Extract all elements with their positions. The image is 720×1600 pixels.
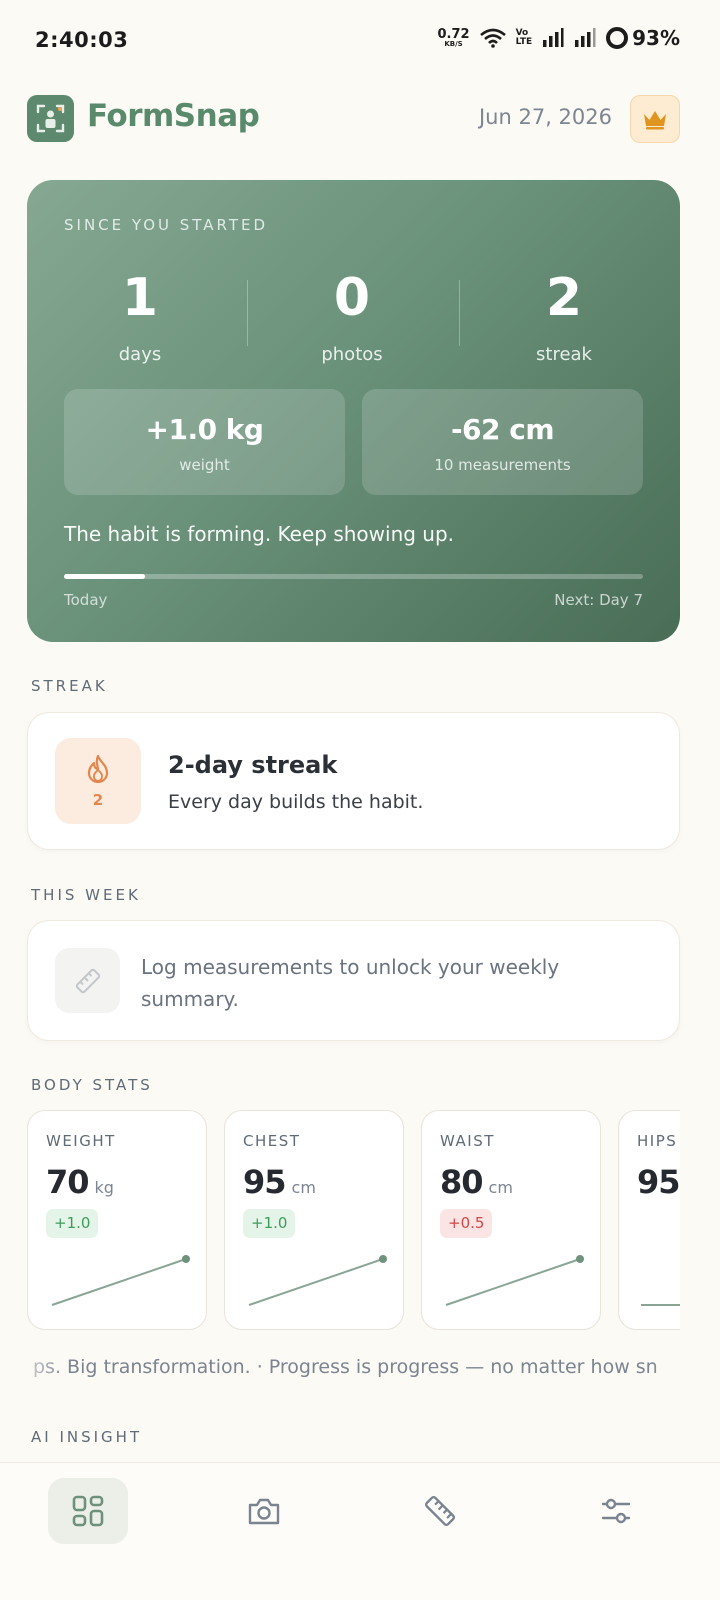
weekly-summary-message: Log measurements to unlock your weekly s… — [141, 955, 560, 1011]
stat-card-hips[interactable]: HIPS 95 — [618, 1110, 680, 1330]
volte-indicator: Vo LTE — [516, 29, 533, 47]
milestone-progress-fill — [64, 574, 146, 579]
motivation-message: The habit is forming. Keep showing up. — [64, 522, 455, 546]
stat-days: 1 days — [60, 272, 220, 365]
stat-card-delta: +0.5 — [440, 1209, 493, 1238]
sparkline-up — [248, 1255, 387, 1306]
streak-badge-count: 2 — [92, 791, 104, 809]
ruler-icon — [55, 948, 120, 1013]
premium-button[interactable] — [630, 95, 680, 143]
signal-icon-2 — [575, 28, 596, 47]
body-stats-section-title: BODY STATS — [31, 1076, 153, 1094]
battery-level: 93% — [632, 26, 680, 50]
nav-camera[interactable] — [224, 1478, 304, 1544]
stat-divider — [459, 280, 460, 346]
weight-change-label: weight — [179, 456, 230, 474]
stat-card-name: HIPS — [637, 1132, 678, 1150]
app-header: FormSnap Jun 27, 2026 — [27, 95, 680, 143]
stat-card-name: WEIGHT — [46, 1132, 116, 1150]
network-speed: 0.72 KB/S — [438, 28, 470, 48]
network-speed-unit: KB/S — [444, 40, 463, 48]
ruler-icon — [424, 1495, 456, 1527]
stat-card-number: 95 — [243, 1163, 287, 1201]
nav-settings[interactable] — [576, 1478, 656, 1544]
streak-headline: 2-day streak — [168, 751, 338, 779]
ai-insight-section-title: AI INSIGHT — [31, 1428, 143, 1446]
weekly-summary-card[interactable]: Log measurements to unlock your weekly s… — [27, 920, 680, 1041]
progress-start-label: Today — [64, 591, 108, 609]
stat-streak-label: streak — [536, 344, 592, 365]
stat-divider — [247, 280, 248, 346]
week-section-title: THIS WEEK — [31, 886, 141, 904]
body-stats-carousel[interactable]: WEIGHT 70 kg +1.0 CHEST 95 cm +1.0 WAIST… — [27, 1110, 680, 1332]
stat-photos-label: photos — [321, 344, 383, 365]
ticker-fade-right — [650, 1356, 720, 1386]
stat-card-value: 80 cm — [440, 1163, 513, 1201]
status-icons: 0.72 KB/S Vo LTE 93% — [438, 26, 681, 50]
stat-streak-value: 2 — [545, 268, 583, 328]
sparkline-up — [51, 1255, 190, 1306]
milestone-progress-bar — [64, 574, 643, 579]
bottom-navigation — [0, 1462, 720, 1600]
streak-card[interactable]: 2 2-day streak Every day builds the habi… — [27, 712, 680, 850]
battery-ring-icon — [606, 27, 629, 49]
stat-card-delta: +1.0 — [243, 1209, 296, 1238]
stat-card-weight[interactable]: WEIGHT 70 kg +1.0 — [27, 1110, 207, 1330]
wifi-icon — [479, 28, 506, 48]
motivation-ticker: ps. Big transformation. · Progress is pr… — [0, 1356, 720, 1386]
stat-card-number: 95 — [637, 1163, 680, 1201]
weight-change-tile: +1.0 kg weight — [64, 389, 345, 495]
measurement-change-label: 10 measurements — [434, 456, 571, 474]
ticker-fade-left — [0, 1356, 70, 1386]
ticker-text: ps. Big transformation. · Progress is pr… — [33, 1356, 658, 1378]
stat-card-delta: +1.0 — [46, 1209, 99, 1238]
summary-eyebrow: SINCE YOU STARTED — [64, 216, 269, 234]
dashboard-icon — [72, 1495, 104, 1527]
stat-card-unit: kg — [94, 1178, 114, 1197]
stat-card-name: WAIST — [440, 1132, 495, 1150]
signal-icon — [543, 28, 564, 47]
progress-next-label: Next: Day 7 — [554, 591, 643, 609]
stat-card-value: 70 kg — [46, 1163, 114, 1201]
stat-photos-value: 0 — [333, 268, 371, 328]
stat-streak: 2 streak — [484, 272, 644, 365]
stat-photos: 0 photos — [272, 272, 432, 365]
measurement-change-value: -62 cm — [450, 413, 555, 446]
stat-days-value: 1 — [121, 268, 159, 328]
stat-card-number: 80 — [440, 1163, 484, 1201]
stat-card-waist[interactable]: WAIST 80 cm +0.5 — [421, 1110, 601, 1330]
volte-bottom: LTE — [515, 37, 533, 47]
measurement-change-tile: -62 cm 10 measurements — [362, 389, 643, 495]
streak-section-title: STREAK — [31, 677, 108, 695]
nav-dashboard[interactable] — [48, 1478, 128, 1544]
status-time: 2:40:03 — [35, 28, 129, 52]
stat-card-chest[interactable]: CHEST 95 cm +1.0 — [224, 1110, 404, 1330]
stat-card-value: 95 cm — [243, 1163, 316, 1201]
status-bar: 2:40:03 0.72 KB/S Vo LTE 93% — [0, 0, 720, 84]
crown-icon — [644, 111, 666, 130]
settings-sliders-icon — [601, 1498, 631, 1524]
app-name: FormSnap — [87, 98, 260, 134]
camera-icon — [248, 1498, 280, 1525]
streak-badge: 2 — [55, 738, 141, 824]
app-logo-icon — [27, 95, 74, 142]
stat-card-unit: cm — [291, 1178, 316, 1197]
stat-days-label: days — [118, 344, 162, 365]
stat-card-number: 70 — [46, 1163, 90, 1201]
sparkline-up — [445, 1255, 584, 1306]
sparkline-flat — [641, 1304, 680, 1306]
progress-summary-card[interactable]: SINCE YOU STARTED 1 days 0 photos 2 stre… — [27, 180, 680, 642]
header-date: Jun 27, 2026 — [478, 105, 612, 129]
battery-indicator: 93% — [606, 26, 680, 50]
nav-measurements[interactable] — [400, 1478, 480, 1544]
stat-card-unit: cm — [488, 1178, 513, 1197]
streak-subtitle: Every day builds the habit. — [168, 791, 424, 813]
stat-card-value: 95 — [637, 1163, 680, 1201]
weight-change-value: +1.0 kg — [145, 413, 264, 446]
flame-icon — [87, 754, 109, 784]
stat-card-name: CHEST — [243, 1132, 301, 1150]
